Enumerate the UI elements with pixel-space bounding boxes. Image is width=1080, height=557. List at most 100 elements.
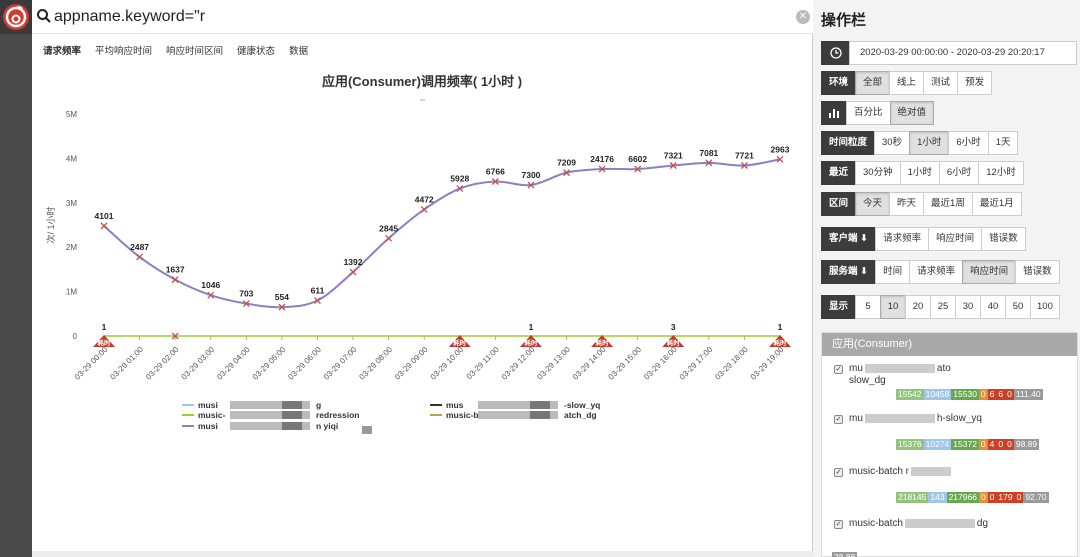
x-tick-label: 03-29 10:00	[429, 345, 466, 382]
y-tick-label: 2M	[66, 243, 77, 252]
x-tick-label: 03-29 18:00	[713, 345, 750, 382]
granularity-option-1[interactable]: 1小时	[909, 131, 950, 155]
env-option-0[interactable]: 全部	[855, 71, 891, 95]
mode-row: 百分比 绝对值	[821, 101, 935, 125]
server-option-0[interactable]: 时间	[875, 260, 911, 284]
consumer-item[interactable]: ✓ mu h-slow_yq 15376 10274 15372 0 4 0 0 98.89	[834, 413, 1069, 459]
flag-label: 耗时	[774, 338, 788, 347]
consumer-name: music-batch dg	[849, 518, 989, 529]
search-input[interactable]	[54, 5, 794, 29]
display-label: 显示	[821, 295, 857, 319]
stat-value: 0	[978, 492, 988, 503]
legend-redacted	[530, 411, 550, 419]
left-sidebar	[0, 0, 32, 557]
server-option-2[interactable]: 响应时间	[962, 260, 1017, 284]
consumer-item[interactable]: ✓ music-batch dg 28.88	[832, 518, 1069, 557]
y-axis-label: 次/ 1小时	[45, 206, 56, 243]
consumer-header: 应用(Consumer)	[822, 333, 1077, 356]
data-label: 611	[311, 285, 325, 295]
data-label: 24176	[590, 154, 614, 164]
tab-avg-response-time[interactable]: 平均响应时间	[92, 40, 155, 60]
tab-response-time-range[interactable]: 响应时间区间	[163, 40, 226, 60]
display-option-5[interactable]: 40	[980, 295, 1007, 319]
display-option-2[interactable]: 20	[905, 295, 932, 319]
clock-icon[interactable]	[821, 41, 850, 65]
legend-label: musi	[198, 400, 218, 410]
display-option-3[interactable]: 25	[930, 295, 957, 319]
client-row: 客户端 ⬇ 请求频率 响应时间 错误数	[821, 227, 1026, 251]
display-option-4[interactable]: 30	[955, 295, 982, 319]
client-option-0[interactable]: 请求频率	[875, 227, 930, 251]
x-tick-label: 03-29 00:00	[73, 345, 110, 382]
y-tick-label: 5M	[66, 110, 77, 119]
legend-redacted	[362, 426, 372, 434]
server-option-1[interactable]: 请求频率	[909, 260, 964, 284]
consumer-checkbox[interactable]: ✓	[834, 468, 843, 477]
time-range-input[interactable]: 2020-03-29 00:00:00 - 2020-03-29 20:20:1…	[849, 41, 1077, 65]
x-tick-label: 03-29 17:00	[678, 345, 715, 382]
granularity-option-2[interactable]: 6小时	[948, 131, 989, 155]
zero-line-label: 1	[778, 322, 783, 332]
legend-label: redression	[316, 410, 359, 420]
data-label: 6766	[486, 166, 505, 176]
tab-request-rate[interactable]: 请求频率	[40, 40, 84, 60]
consumer-stats: 15542 10458 15530 0 6 6 0 111.40	[896, 389, 1043, 400]
recent-row: 最近 30分钟 1小时 6小时 12小时	[821, 161, 1024, 185]
tab-data[interactable]: 数据	[286, 40, 311, 60]
recent-option-0[interactable]: 30分钟	[855, 161, 901, 185]
display-option-1[interactable]: 10	[880, 295, 907, 319]
search-icon	[37, 9, 51, 23]
legend-label: atch_dg	[564, 410, 597, 420]
consumer-checkbox[interactable]: ✓	[834, 365, 843, 374]
recent-option-2[interactable]: 6小时	[938, 161, 980, 185]
consumer-checkbox[interactable]: ✓	[834, 520, 843, 529]
x-tick-label: 03-29 14:00	[571, 345, 608, 382]
granularity-option-0[interactable]: 30秒	[874, 131, 911, 155]
recent-option-1[interactable]: 1小时	[899, 161, 940, 185]
horizontal-scrollbar[interactable]	[32, 551, 813, 557]
range-option-2[interactable]: 最近1周	[923, 192, 973, 216]
env-option-2[interactable]: 测试	[923, 71, 959, 95]
server-option-3[interactable]: 错误数	[1015, 260, 1060, 284]
legend-label: music-b	[446, 410, 479, 420]
range-option-3[interactable]: 最近1月	[971, 192, 1022, 216]
granularity-option-3[interactable]: 1天	[987, 131, 1019, 155]
env-option-3[interactable]: 预发	[957, 71, 993, 95]
mode-option-0[interactable]: 百分比	[846, 101, 891, 125]
legend-redacted	[282, 411, 302, 419]
display-option-7[interactable]: 100	[1030, 295, 1060, 319]
legend-label: n yiqi	[316, 421, 338, 431]
data-point	[349, 268, 357, 276]
data-label: 2963	[771, 144, 790, 154]
stat-value: 143	[928, 492, 947, 503]
line-chart[interactable]: 应用(Consumer)调用频率( 1小时 ) 次/ 1小时 0 1M 2M 3M 4M 5M…	[32, 62, 813, 551]
stat-value: 0	[978, 389, 988, 400]
legend-label: music-	[198, 410, 226, 420]
clear-search-icon[interactable]: ✕	[796, 10, 810, 24]
stat-value: 0	[1014, 492, 1024, 503]
range-option-0[interactable]: 今天	[855, 192, 891, 216]
data-label: 7721	[735, 151, 754, 161]
stat-value: 4	[987, 439, 997, 450]
client-option-2[interactable]: 错误数	[981, 227, 1026, 251]
app-logo[interactable]	[0, 0, 32, 34]
consumer-item[interactable]: ✓ mu ato slow_dg 15542 10458 15530 0 6 6 0 111.40	[834, 363, 1069, 409]
tab-health-status[interactable]: 健康状态	[234, 40, 278, 60]
legend-redacted	[282, 422, 302, 430]
y-tick-label: 4M	[66, 154, 77, 163]
data-label: 554	[275, 292, 289, 302]
operations-panel: 操作栏 2020-03-29 00:00:00 - 2020-03-29 20:…	[813, 0, 1080, 557]
env-option-1[interactable]: 线上	[889, 71, 925, 95]
consumer-checkbox[interactable]: ✓	[834, 415, 843, 424]
flag-label: 耗时	[453, 338, 467, 347]
display-option-6[interactable]: 50	[1005, 295, 1032, 319]
range-option-1[interactable]: 昨天	[889, 192, 925, 216]
mode-option-1[interactable]: 绝对值	[889, 101, 935, 125]
recent-option-3[interactable]: 12小时	[978, 161, 1024, 185]
data-label: 6602	[628, 154, 647, 164]
legend-label: mus	[446, 400, 464, 410]
display-option-0[interactable]: 5	[855, 295, 882, 319]
consumer-item[interactable]: ✓ music-batch r 218145 143 217966 0 0 179 0 92.70	[834, 466, 1069, 512]
consumer-stats: 15376 10274 15372 0 4 0 0 98.89	[896, 439, 1040, 450]
client-option-1[interactable]: 响应时间	[928, 227, 983, 251]
